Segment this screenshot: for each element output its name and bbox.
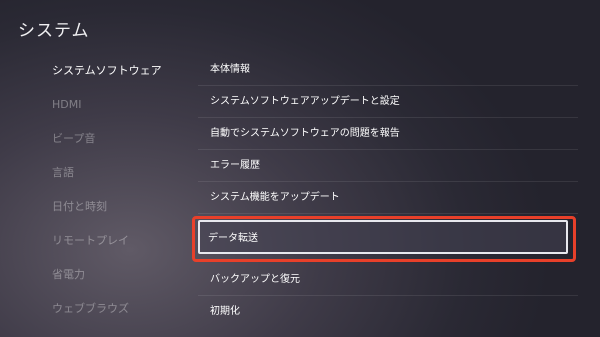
menu-item-backup-restore[interactable]: バックアップと復元	[198, 264, 578, 296]
sidebar-item-date-time[interactable]: 日付と時刻	[52, 194, 192, 228]
menu-item-feature-update[interactable]: システム機能をアップデート	[198, 182, 578, 214]
settings-menu: 本体情報 システムソフトウェアアップデートと設定 自動でシステムソフトウェアの問…	[192, 54, 578, 328]
menu-item-data-transfer-row: データ転送	[192, 214, 578, 264]
menu-item-reset[interactable]: 初期化	[198, 296, 578, 328]
sidebar-item-beep[interactable]: ビープ音	[52, 126, 192, 160]
sidebar: システムソフトウェア HDMI ビープ音 言語 日付と時刻 リモートプレイ 省電…	[52, 58, 192, 330]
menu-item-console-info[interactable]: 本体情報	[198, 54, 578, 86]
sidebar-item-remote-play[interactable]: リモートプレイ	[52, 228, 192, 262]
sidebar-item-power-saving[interactable]: 省電力	[52, 262, 192, 296]
sidebar-item-web-browsing[interactable]: ウェブブラウズ	[52, 296, 192, 330]
menu-item-auto-report[interactable]: 自動でシステムソフトウェアの問題を報告	[198, 118, 578, 150]
page-title: システム	[18, 21, 90, 41]
menu-item-error-history[interactable]: エラー履歴	[198, 150, 578, 182]
menu-item-data-transfer[interactable]: データ転送	[208, 223, 258, 255]
menu-item-software-update[interactable]: システムソフトウェアアップデートと設定	[198, 86, 578, 118]
sidebar-item-language[interactable]: 言語	[52, 160, 192, 194]
sidebar-item-hdmi[interactable]: HDMI	[52, 92, 192, 126]
sidebar-item-system-software[interactable]: システムソフトウェア	[52, 58, 192, 92]
